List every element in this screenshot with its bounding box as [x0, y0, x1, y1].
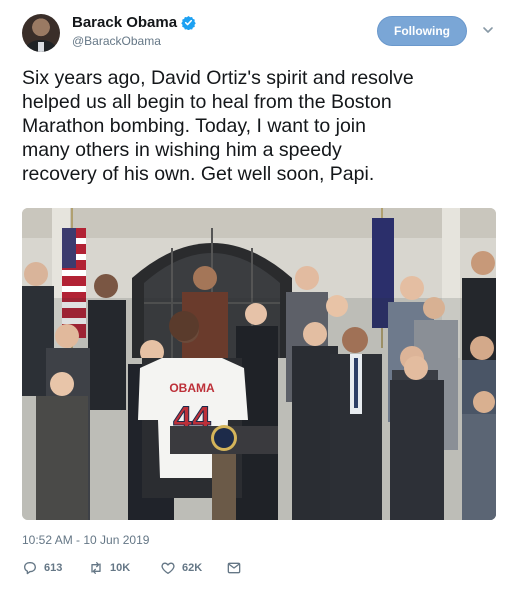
retweet-icon [91, 562, 101, 574]
direct-message-button[interactable] [226, 560, 248, 576]
tweet-timestamp[interactable]: 10:52 AM - 10 Jun 2019 [22, 533, 149, 547]
reply-button[interactable]: 613 [22, 560, 62, 576]
name-row: Barack Obama [72, 14, 196, 31]
user-info: Barack Obama @BarackObama [72, 14, 196, 48]
like-icon [161, 562, 175, 574]
user-handle[interactable]: @BarackObama [72, 34, 196, 48]
tweet-text: Six years ago, David Ortiz's spirit and … [22, 67, 414, 185]
dm-icon [227, 562, 241, 574]
photo-scene: OBAMA 44 [22, 208, 496, 520]
following-button[interactable]: Following [377, 16, 467, 46]
tweet-header: Barack Obama @BarackObama Following [22, 12, 502, 56]
retweet-button[interactable]: 10K [88, 560, 130, 576]
reply-icon [24, 562, 36, 575]
like-button[interactable]: 62K [160, 560, 202, 576]
like-count: 62K [182, 562, 203, 574]
avatar[interactable] [22, 14, 60, 52]
reply-count: 613 [44, 562, 63, 574]
tweet-photo[interactable]: OBAMA 44 [22, 208, 496, 520]
tweet-actions: 613 10K 62K [22, 560, 322, 580]
chevron-down-icon[interactable] [482, 24, 494, 36]
verified-icon [181, 15, 196, 30]
avatar-shirt [38, 42, 44, 52]
jersey-name: OBAMA [169, 381, 215, 395]
display-name[interactable]: Barack Obama [72, 14, 177, 31]
retweet-count: 10K [110, 562, 131, 574]
